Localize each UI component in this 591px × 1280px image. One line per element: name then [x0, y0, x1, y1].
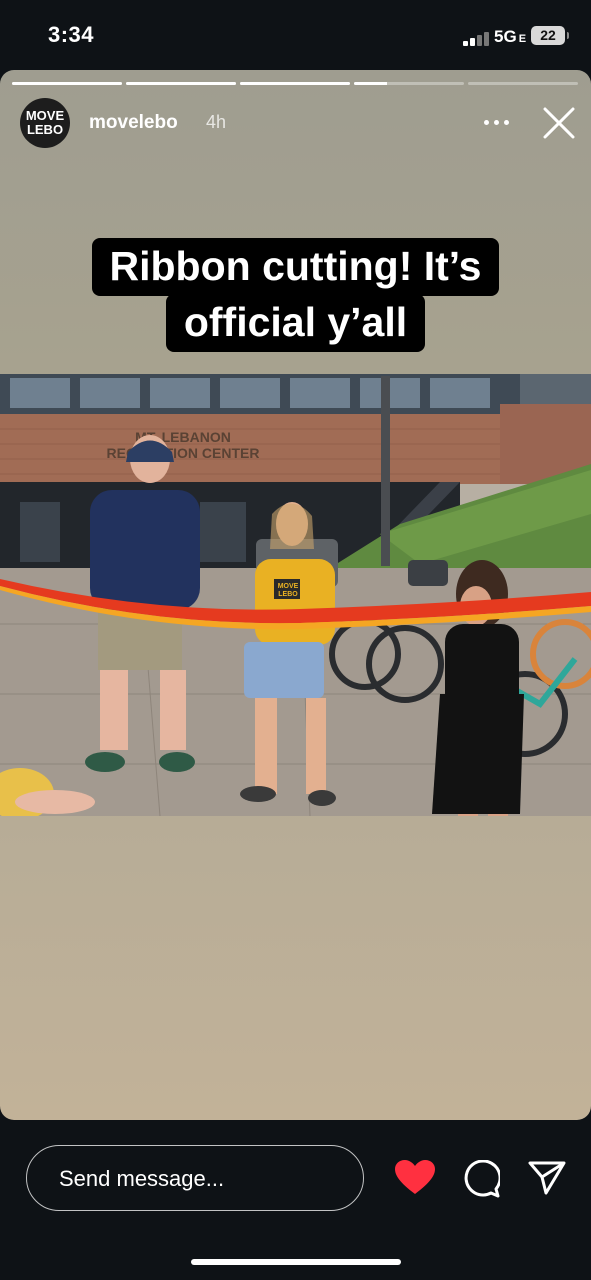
send-icon[interactable] — [528, 1160, 566, 1196]
status-bar: 3:34 5G E 22 — [0, 0, 591, 70]
shirt-text: MOVE — [278, 583, 299, 590]
caption-line: official y’all — [165, 294, 426, 352]
story-age: 4h — [206, 112, 227, 132]
home-indicator[interactable] — [191, 1259, 401, 1265]
story-photo: MT. LEBANON RECREATION CENTER MOVE LEBO — [0, 374, 591, 816]
more-icon[interactable] — [482, 110, 512, 130]
story-caption: Ribbon cutting! It’s official y’all — [0, 238, 591, 352]
progress-segment — [126, 82, 236, 85]
network-type: 5G E — [494, 27, 527, 46]
story-username[interactable]: movelebo — [89, 112, 178, 134]
status-time: 3:34 — [48, 22, 95, 47]
heart-icon[interactable] — [395, 1160, 435, 1196]
close-icon[interactable] — [541, 105, 577, 141]
progress-segment — [354, 82, 464, 85]
story-card[interactable]: MOVE LEBO movelebo 4h Ribbon cutting! It’… — [0, 70, 591, 1120]
caption-line: Ribbon cutting! It’s — [91, 238, 500, 296]
comment-icon[interactable] — [462, 1160, 500, 1198]
avatar-text: LEBO — [26, 122, 64, 137]
progress-segment — [468, 82, 578, 85]
signal-icon — [463, 30, 491, 46]
story-progress — [12, 82, 578, 85]
progress-segment — [240, 82, 350, 85]
message-placeholder: Send message... — [59, 1166, 225, 1191]
progress-segment — [12, 82, 122, 85]
message-input[interactable]: Send message... — [26, 1145, 364, 1211]
shirt-text: LEBO — [278, 591, 298, 598]
avatar[interactable]: MOVE LEBO — [20, 98, 70, 148]
avatar-text: MOVE — [25, 108, 65, 123]
battery-icon: 22 — [531, 26, 569, 45]
